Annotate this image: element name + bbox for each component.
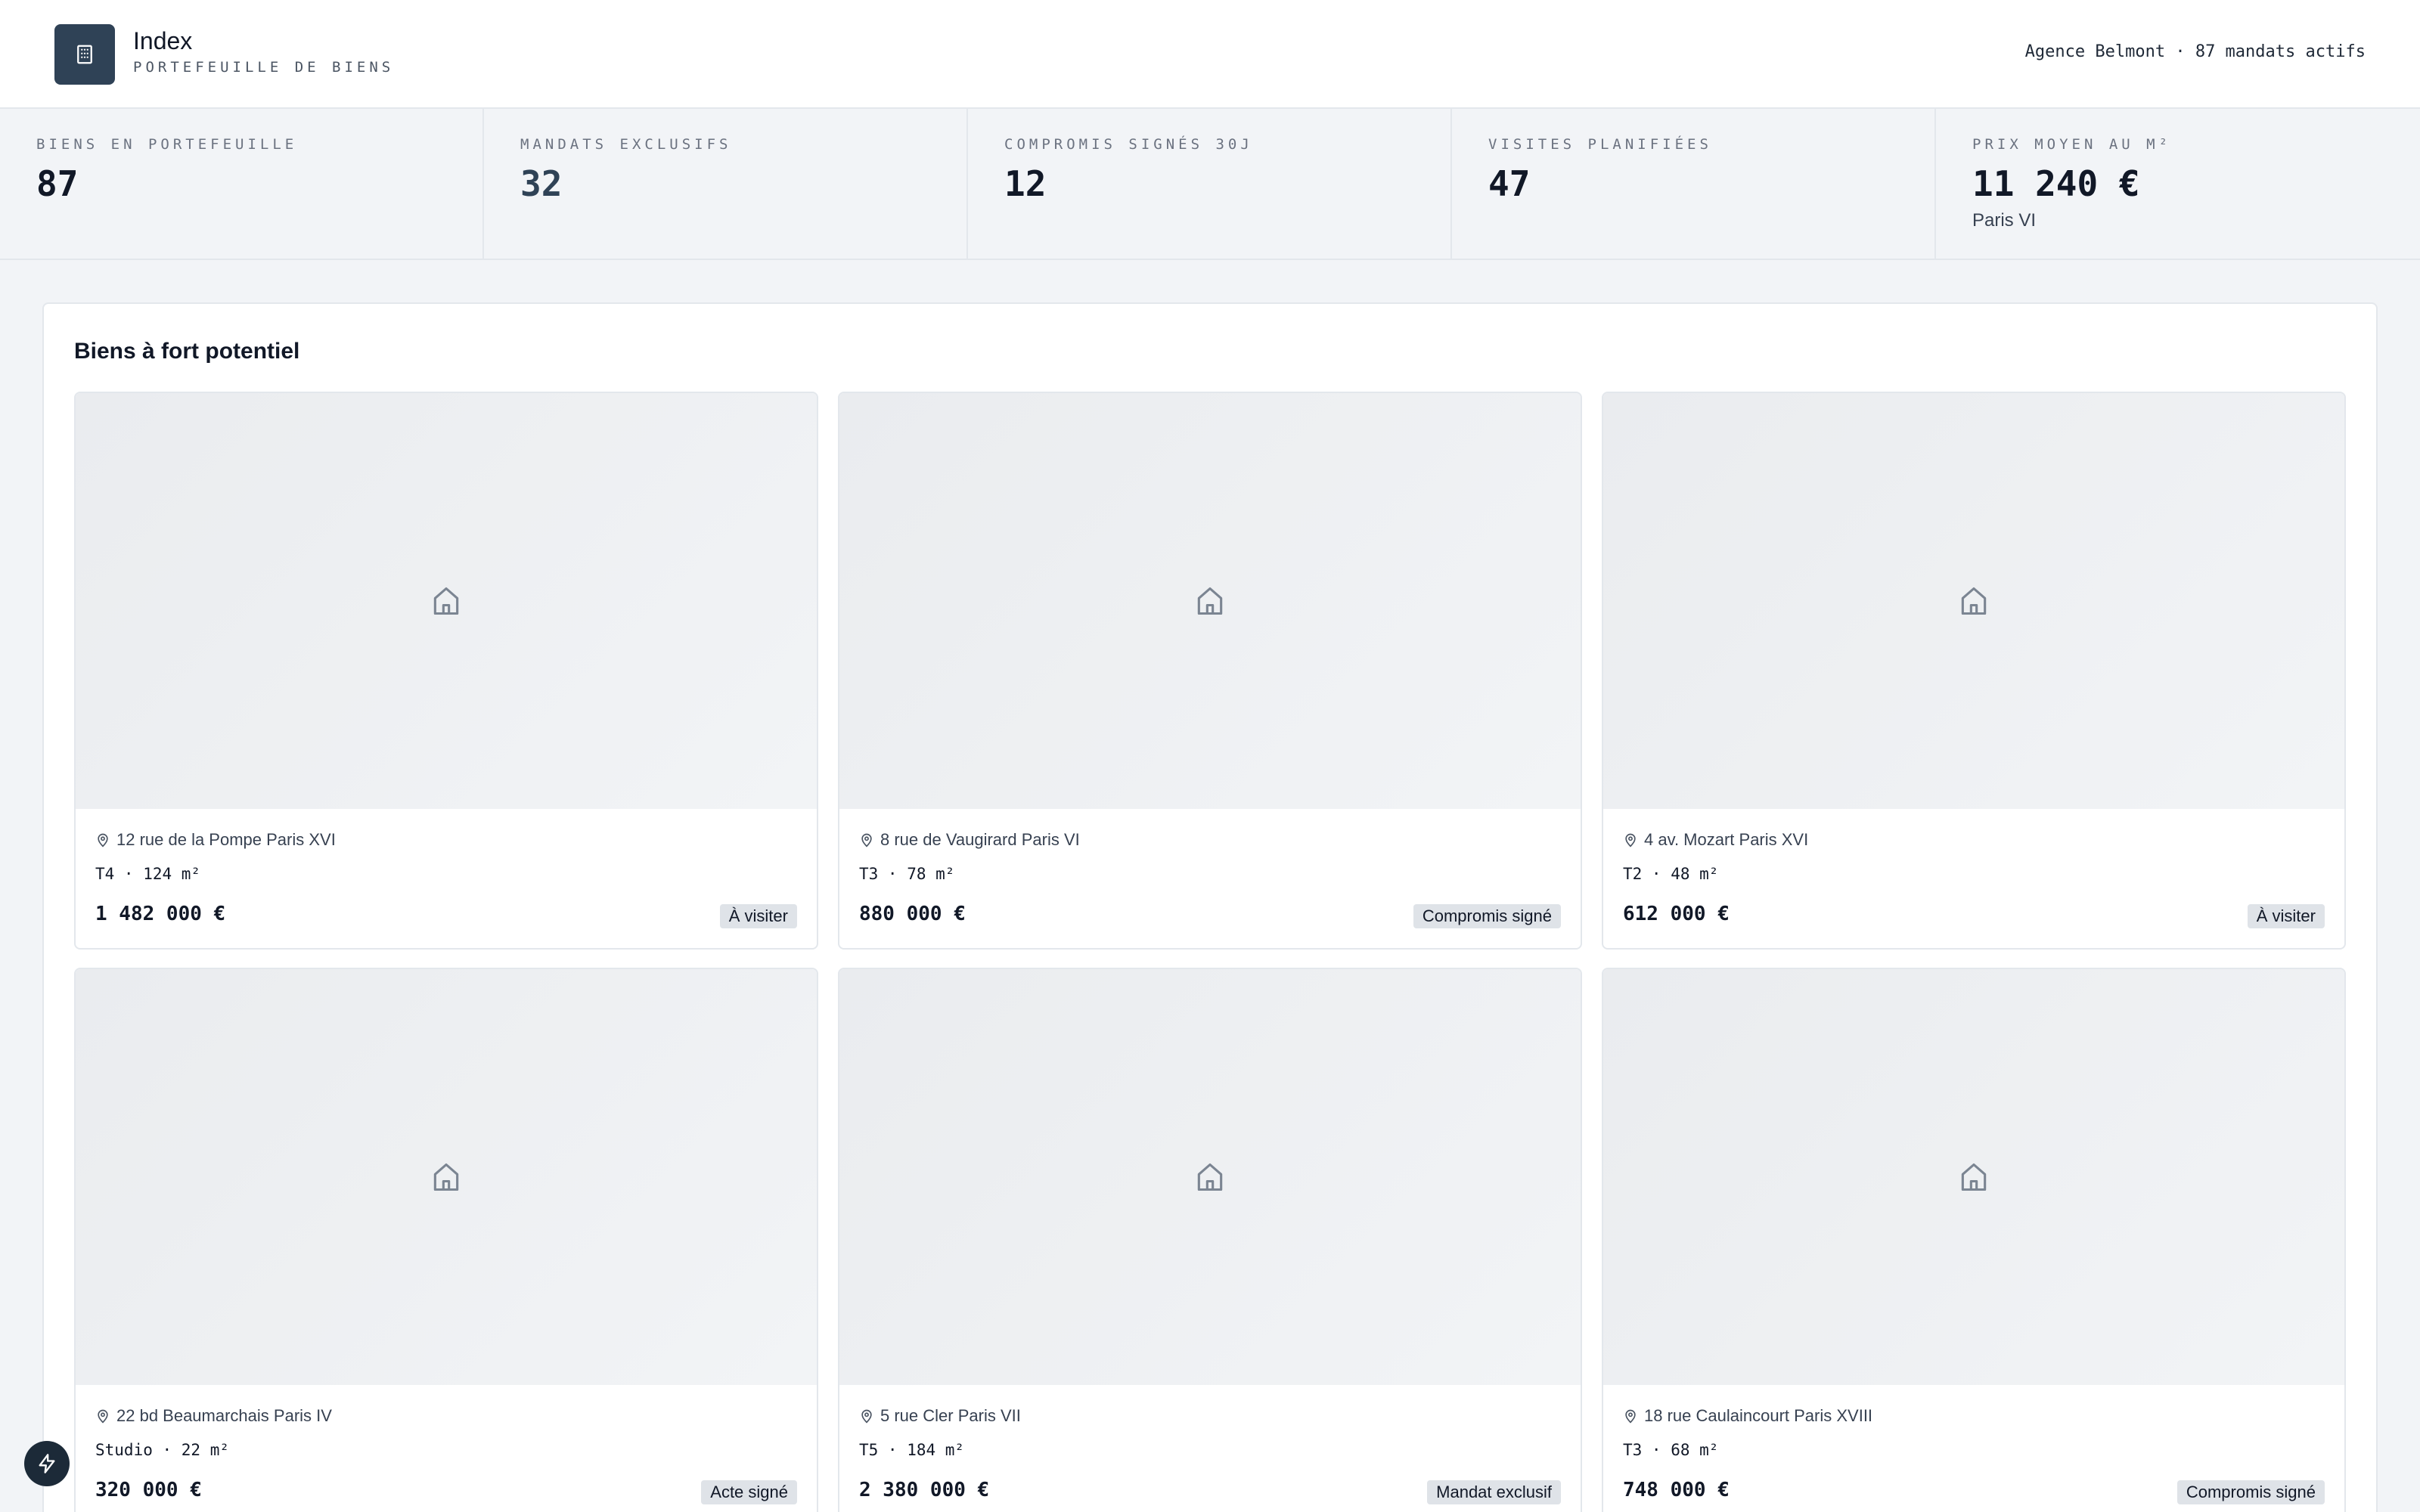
- stat-value: 11 240 €: [1972, 163, 2140, 204]
- stat-value: 87: [36, 163, 79, 204]
- stat-label: MANDATS EXCLUSIFS: [520, 136, 732, 153]
- stat-note: Paris VI: [1972, 210, 2037, 231]
- house-icon: [1961, 587, 1987, 615]
- property-image-placeholder: [76, 393, 817, 809]
- stat-visits: VISITES PLANIFIÉES 47: [1452, 109, 1936, 259]
- stat-label: PRIX MOYEN AU M²: [1972, 136, 2172, 153]
- stat-exclusive: MANDATS EXCLUSIFS 32: [484, 109, 968, 259]
- panel-title: Biens à fort potentiel: [74, 339, 300, 364]
- property-address: 18 rue Caulaincourt Paris XVIII: [1623, 1406, 1872, 1426]
- lightning-icon: [39, 1454, 55, 1473]
- property-image-placeholder: [1603, 393, 2344, 809]
- map-pin-icon: [1625, 833, 1636, 847]
- address-text: 12 rue de la Pompe Paris XVI: [116, 830, 336, 849]
- app-subtitle: PORTEFEUILLE DE BIENS: [133, 59, 395, 76]
- house-icon: [1197, 587, 1223, 615]
- stat-value: 12: [1004, 163, 1047, 204]
- address-text: 5 rue Cler Paris VII: [880, 1406, 1021, 1425]
- status-badge: Mandat exclusif: [1427, 1480, 1561, 1504]
- property-address: 8 rue de Vaugirard Paris VI: [859, 830, 1080, 850]
- property-card[interactable]: 18 rue Caulaincourt Paris XVIII T3 · 68 …: [1602, 968, 2346, 1512]
- property-card[interactable]: 22 bd Beaumarchais Paris IV Studio · 22 …: [74, 968, 818, 1512]
- property-specs: T2 · 48 m²: [1623, 865, 1719, 883]
- property-specs: T3 · 78 m²: [859, 865, 955, 883]
- address-text: 4 av. Mozart Paris XVI: [1644, 830, 1809, 849]
- property-specs: Studio · 22 m²: [95, 1441, 230, 1459]
- house-icon: [433, 587, 459, 615]
- quick-action-button[interactable]: [24, 1441, 70, 1486]
- address-text: 18 rue Caulaincourt Paris XVIII: [1644, 1406, 1873, 1425]
- stat-label: BIENS EN PORTEFEUILLE: [36, 136, 298, 153]
- address-text: 8 rue de Vaugirard Paris VI: [880, 830, 1080, 849]
- app-title: Index: [133, 27, 193, 54]
- map-pin-icon: [98, 833, 108, 847]
- property-price: 612 000 €: [1623, 903, 1730, 925]
- property-address: 12 rue de la Pompe Paris XVI: [95, 830, 336, 850]
- status-badge: Compromis signé: [1413, 904, 1561, 928]
- property-address: 4 av. Mozart Paris XVI: [1623, 830, 1808, 850]
- stat-value: 47: [1488, 163, 1531, 204]
- property-price: 1 482 000 €: [95, 903, 226, 925]
- property-card[interactable]: 12 rue de la Pompe Paris XVI T4 · 124 m²…: [74, 392, 818, 950]
- property-price: 2 380 000 €: [859, 1479, 990, 1501]
- address-text: 22 bd Beaumarchais Paris IV: [116, 1406, 332, 1425]
- property-price: 748 000 €: [1623, 1479, 1730, 1501]
- stats-strip: BIENS EN PORTEFEUILLE 87 MANDATS EXCLUSI…: [0, 109, 2420, 260]
- property-image-placeholder: [839, 969, 1581, 1385]
- stat-compromis: COMPROMIS SIGNÉS 30J 12: [968, 109, 1452, 259]
- stat-value: 32: [520, 163, 563, 204]
- app-header: Index PORTEFEUILLE DE BIENS Agence Belmo…: [0, 0, 2420, 109]
- status-badge: À visiter: [719, 904, 797, 928]
- property-card[interactable]: 8 rue de Vaugirard Paris VI T3 · 78 m² 8…: [838, 392, 1582, 950]
- status-badge: Compromis signé: [2176, 1480, 2325, 1504]
- property-card[interactable]: 4 av. Mozart Paris XVI T2 · 48 m² 612 00…: [1602, 392, 2346, 950]
- status-badge: Acte signé: [701, 1480, 797, 1504]
- property-image-placeholder: [1603, 969, 2344, 1385]
- property-card[interactable]: 5 rue Cler Paris VII T5 · 184 m² 2 380 0…: [838, 968, 1582, 1512]
- property-specs: T5 · 184 m²: [859, 1441, 965, 1459]
- status-badge: À visiter: [2247, 904, 2325, 928]
- map-pin-icon: [98, 1409, 108, 1424]
- stat-label: COMPROMIS SIGNÉS 30J: [1004, 136, 1253, 153]
- map-pin-icon: [861, 833, 872, 847]
- house-icon: [1197, 1163, 1223, 1191]
- property-price: 320 000 €: [95, 1479, 202, 1501]
- logo[interactable]: [54, 24, 115, 85]
- house-icon: [1961, 1163, 1987, 1191]
- building-icon: [77, 45, 92, 64]
- property-specs: T4 · 124 m²: [95, 865, 201, 883]
- house-icon: [433, 1163, 459, 1191]
- property-price: 880 000 €: [859, 903, 966, 925]
- property-address: 5 rue Cler Paris VII: [859, 1406, 1021, 1426]
- stat-label: VISITES PLANIFIÉES: [1488, 136, 1712, 153]
- properties-panel: Biens à fort potentiel 12 rue de la Pomp…: [42, 302, 2378, 1512]
- map-pin-icon: [861, 1409, 872, 1424]
- map-pin-icon: [1625, 1409, 1636, 1424]
- agency-info: Agence Belmont · 87 mandats actifs: [2024, 42, 2366, 61]
- stat-portfolio: BIENS EN PORTEFEUILLE 87: [0, 109, 484, 259]
- property-image-placeholder: [76, 969, 817, 1385]
- property-image-placeholder: [839, 393, 1581, 809]
- stat-price-m2: PRIX MOYEN AU M² 11 240 € Paris VI: [1936, 109, 2420, 259]
- property-specs: T3 · 68 m²: [1623, 1441, 1719, 1459]
- property-address: 22 bd Beaumarchais Paris IV: [95, 1406, 332, 1426]
